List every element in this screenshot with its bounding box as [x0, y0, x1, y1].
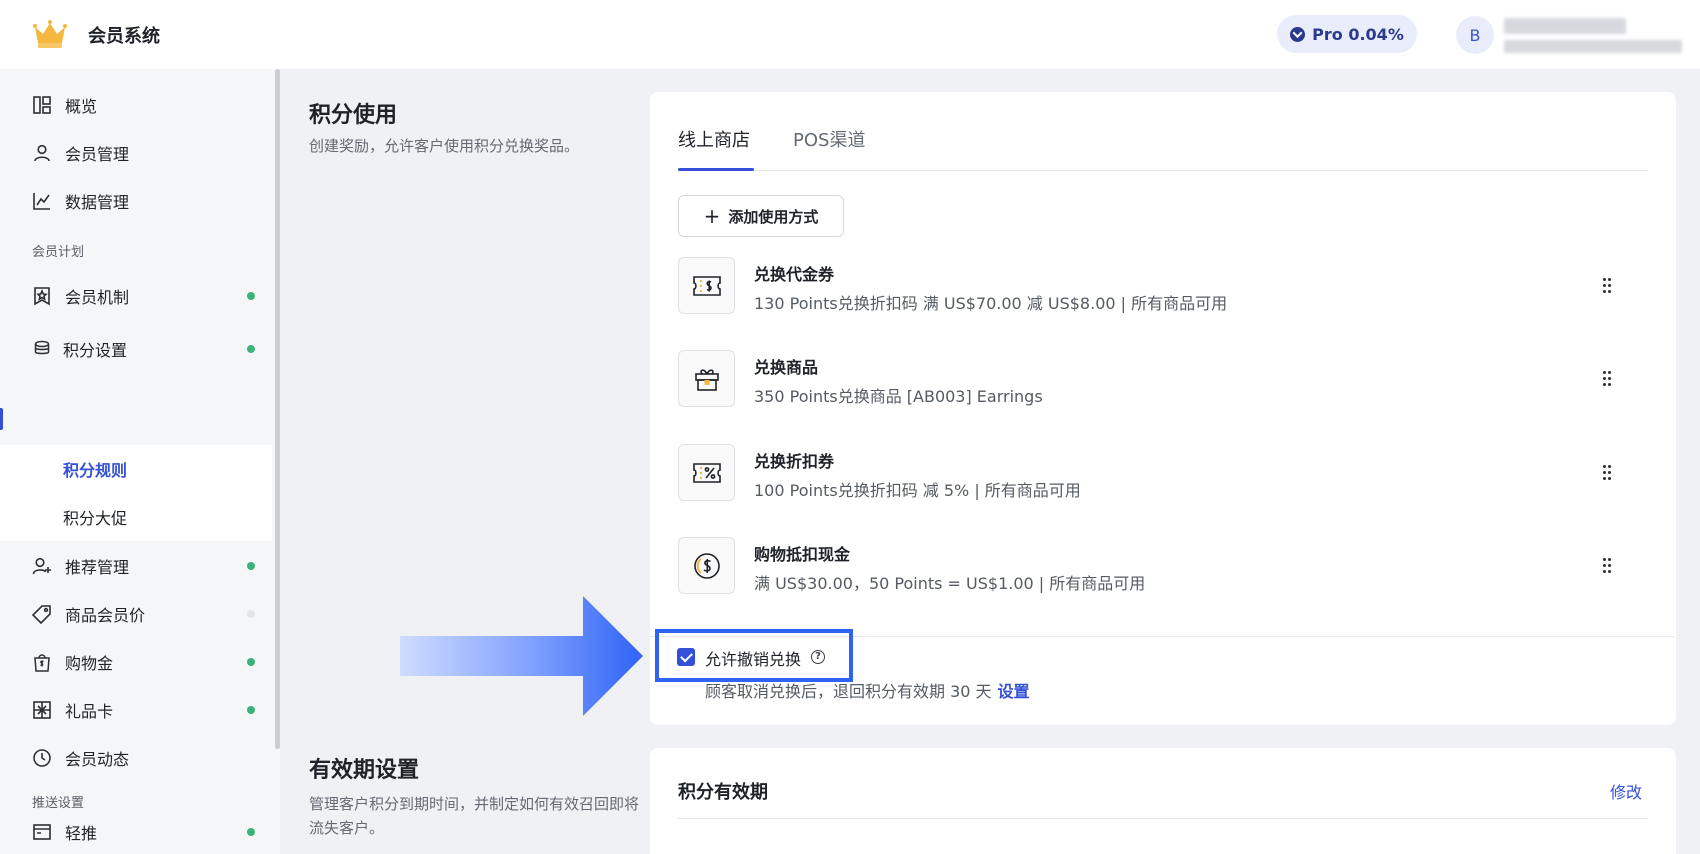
avatar[interactable]: B — [1456, 16, 1494, 54]
sidebar-item-label: 礼品卡 — [65, 702, 114, 721]
reward-name: 购物抵扣现金 — [754, 545, 851, 564]
section-title-points-usage: 积分使用 — [309, 103, 398, 128]
sidebar-item-label: 数据管理 — [65, 193, 130, 212]
annotation-arrow-icon — [400, 596, 643, 716]
app-title: 会员系统 — [88, 26, 160, 47]
sidebar-item-gift-card[interactable]: 礼品卡 — [0, 686, 272, 734]
plan-badge[interactable]: Pro 0.04% — [1277, 15, 1417, 53]
voucher-percent-icon — [678, 444, 735, 501]
drag-handle-icon[interactable] — [1603, 465, 1613, 481]
status-dot — [247, 562, 255, 570]
expiry-card: 积分有效期 修改 — [650, 748, 1676, 854]
user-plus-icon — [32, 557, 51, 575]
divider — [678, 818, 1648, 819]
edit-expiry-link[interactable]: 修改 — [1610, 779, 1642, 803]
reward-row[interactable]: 兑换折扣券 100 Points兑换折扣码 减 5% | 所有商品可用 — [678, 444, 1618, 504]
sidebar-item-nudge[interactable]: 轻推 — [0, 808, 272, 854]
status-dot — [247, 828, 255, 836]
sidebar-item-label: 会员机制 — [65, 288, 130, 307]
user-icon — [34, 144, 50, 162]
clock-icon — [33, 749, 51, 767]
sidebar-item-overview[interactable]: 概览 — [0, 81, 272, 129]
sidebar-item-members[interactable]: 会员管理 — [0, 129, 272, 177]
dashboard-icon — [33, 96, 51, 114]
status-dot — [247, 292, 255, 300]
refund-note-text: 顾客取消兑换后，退回积分有效期 30 天 — [705, 682, 992, 701]
sidebar-item-shopping-credit[interactable]: 购物金 — [0, 638, 272, 686]
sidebar-item-membership[interactable]: 会员机制 — [0, 272, 272, 320]
reward-name: 兑换代金券 — [754, 265, 835, 284]
status-dot — [247, 345, 255, 353]
drag-handle-icon[interactable] — [1603, 371, 1613, 387]
section-desc-expiry: 管理客户积分到期时间，并制定如何有效召回即将流失客户。 — [309, 795, 640, 837]
sidebar-scrollbar[interactable] — [275, 69, 280, 749]
tab-divider — [678, 170, 1648, 171]
tab-pos[interactable]: POS渠道 — [793, 126, 865, 152]
highlight-box — [655, 629, 853, 682]
reward-row[interactable]: 兑换商品 350 Points兑换商品 [AB003] Earrings — [678, 350, 1618, 410]
sidebar-item-label: 概览 — [65, 97, 98, 116]
sidebar-item-label: 商品会员价 — [65, 606, 146, 625]
status-dot — [247, 706, 255, 714]
section-title-expiry: 有效期设置 — [309, 758, 420, 783]
sidebar-item-points-settings[interactable]: 积分设置 — [0, 325, 272, 373]
sidebar-subitem-points-promo[interactable]: 积分大促 — [0, 493, 272, 541]
active-indicator — [0, 408, 3, 430]
crown-icon — [33, 20, 67, 48]
reward-detail: 130 Points兑换折扣码 满 US$70.00 减 US$8.00 | 所… — [754, 294, 1228, 313]
sidebar-subitem-points-rules[interactable]: 积分规则 — [0, 445, 272, 493]
line-chart-icon — [33, 193, 50, 210]
sidebar-item-data[interactable]: 数据管理 — [0, 177, 272, 225]
sidebar-item-label: 轻推 — [65, 824, 98, 843]
tag-icon — [32, 605, 51, 624]
sidebar-item-member-price[interactable]: 商品会员价 — [0, 590, 272, 638]
plan-label: Pro 0.04% — [1312, 24, 1404, 44]
reward-name: 兑换折扣券 — [754, 452, 835, 471]
reward-detail: 满 US$30.00，50 Points = US$1.00 | 所有商品可用 — [754, 574, 1146, 593]
drag-handle-icon[interactable] — [1603, 558, 1613, 574]
sidebar-item-label: 积分规则 — [63, 461, 128, 480]
gift-box-icon — [678, 350, 735, 407]
expiry-card-title: 积分有效期 — [678, 782, 768, 803]
member-badge-icon — [34, 287, 50, 306]
plus-icon: + — [703, 204, 721, 228]
shopping-bag-icon — [34, 654, 50, 672]
add-usage-method-button[interactable]: + 添加使用方式 — [678, 195, 844, 237]
reward-row[interactable]: 购物抵扣现金 满 US$30.00，50 Points = US$1.00 | … — [678, 537, 1618, 597]
sidebar-item-label: 推荐管理 — [65, 558, 130, 577]
sidebar-item-label: 购物金 — [65, 654, 114, 673]
verified-icon — [1290, 26, 1306, 42]
voucher-dollar-icon — [678, 257, 735, 314]
drag-handle-icon[interactable] — [1603, 278, 1613, 294]
refund-settings-link[interactable]: 设置 — [998, 682, 1030, 701]
gift-card-icon — [33, 701, 51, 719]
status-dot — [247, 658, 255, 666]
add-usage-method-label: 添加使用方式 — [728, 207, 819, 226]
sidebar-item-referrals[interactable]: 推荐管理 — [0, 542, 272, 590]
sidebar-item-member-activity[interactable]: 会员动态 — [0, 734, 272, 782]
sidebar-item-label: 会员动态 — [65, 750, 130, 769]
sidebar-item-label: 会员管理 — [65, 145, 130, 164]
reward-detail: 100 Points兑换折扣码 减 5% | 所有商品可用 — [754, 481, 1081, 500]
section-desc-points-usage: 创建奖励，允许客户使用积分兑换奖品。 — [309, 137, 580, 155]
account-name-redacted — [1500, 16, 1682, 56]
reward-detail: 350 Points兑换商品 [AB003] Earrings — [754, 387, 1043, 406]
section-label-program: 会员计划 — [32, 245, 85, 260]
coins-icon — [34, 340, 50, 355]
reward-row[interactable]: 兑换代金券 130 Points兑换折扣码 满 US$70.00 减 US$8.… — [678, 257, 1618, 317]
status-dot — [247, 610, 255, 618]
dollar-coin-icon — [678, 537, 735, 594]
window-icon — [33, 824, 51, 840]
sidebar-item-label: 积分设置 — [63, 341, 128, 360]
reward-name: 兑换商品 — [754, 358, 819, 377]
sidebar: 概览 会员管理 数据管理 会员计划 会员机制 积分设置 积分规则 积分大促 推荐… — [0, 69, 280, 854]
tab-online-store[interactable]: 线上商店 — [678, 126, 750, 152]
sidebar-item-label: 积分大促 — [63, 509, 128, 528]
tab-active-underline — [678, 168, 754, 171]
top-bar: 会员系统 Pro 0.04% B — [0, 0, 1700, 69]
